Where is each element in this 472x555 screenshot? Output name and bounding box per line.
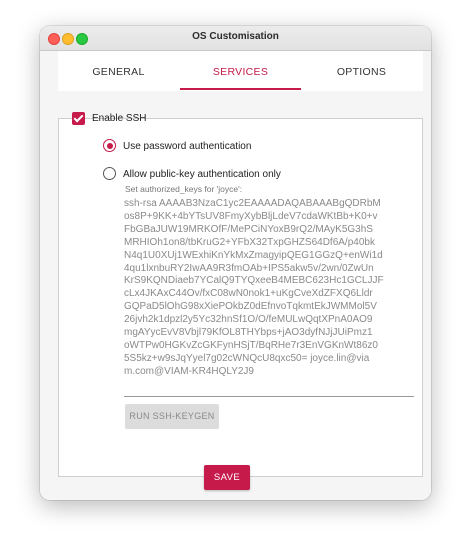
authorized-keys-value: ssh-rsa AAAAB3NzaC1yc2EAAAADAQABAAABgQDR…: [124, 198, 384, 377]
pubkey-auth-radio[interactable]: [103, 167, 116, 180]
os-customisation-window: OS Customisation GENERAL SERVICES OPTION…: [40, 26, 431, 500]
tab-options[interactable]: OPTIONS: [301, 51, 422, 91]
password-auth-label[interactable]: Use password authentication: [123, 141, 251, 152]
active-tab-indicator: [180, 88, 301, 90]
enable-ssh-checkbox[interactable]: [72, 112, 85, 125]
tab-bar: GENERAL SERVICES OPTIONS: [58, 51, 423, 91]
password-auth-radio[interactable]: [103, 139, 116, 152]
title-bar: OS Customisation: [40, 26, 431, 51]
run-ssh-keygen-button[interactable]: RUN SSH-KEYGEN: [125, 404, 219, 429]
tab-services[interactable]: SERVICES: [180, 51, 301, 91]
authorized-keys-label: Set authorized_keys for 'joyce':: [125, 184, 243, 194]
save-button[interactable]: SAVE: [204, 465, 250, 490]
authorized-keys-textarea[interactable]: ssh-rsa AAAAB3NzaC1yc2EAAAADAQABAAABgQDR…: [124, 198, 414, 397]
tab-general[interactable]: GENERAL: [58, 51, 179, 91]
enable-ssh-label[interactable]: Enable SSH: [92, 113, 146, 124]
pubkey-auth-label[interactable]: Allow public-key authentication only: [123, 169, 281, 180]
window-title: OS Customisation: [192, 31, 279, 42]
